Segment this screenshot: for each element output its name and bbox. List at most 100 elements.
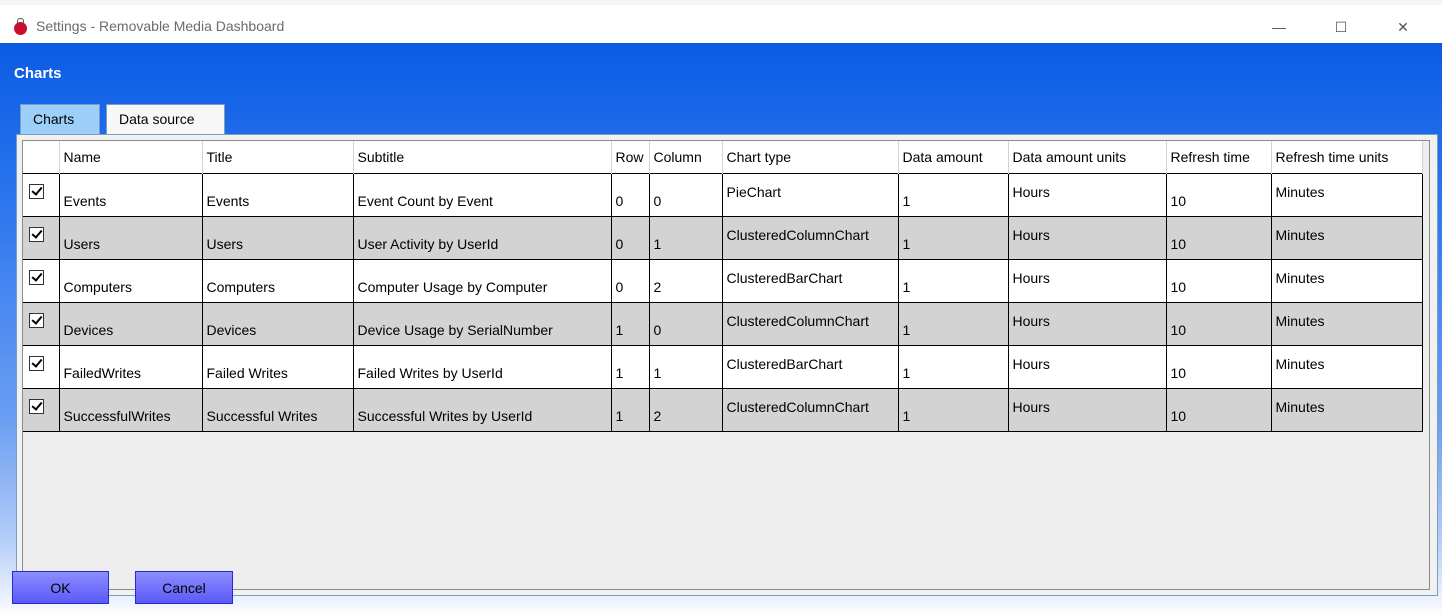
data-amount-cell[interactable]: 1 — [898, 259, 1009, 303]
tab-data-source[interactable]: Data source — [106, 104, 225, 134]
name-cell[interactable]: Users — [59, 216, 203, 260]
table-row[interactable]: SuccessfulWrites Successful Writes Succe… — [23, 388, 1423, 432]
refresh-time-cell[interactable]: 10 — [1166, 173, 1272, 217]
column-cell[interactable]: 1 — [649, 345, 723, 389]
header-row: Name Title Subtitle Row Column Chart typ… — [23, 141, 1423, 174]
row-cell[interactable]: 1 — [611, 345, 650, 389]
close-button[interactable]: ✕ — [1380, 10, 1426, 44]
data-amount-cell[interactable]: 1 — [898, 302, 1009, 346]
select-cell[interactable] — [23, 388, 60, 432]
chart-type-cell[interactable]: ClusteredBarChart — [722, 345, 899, 389]
column-cell[interactable]: 0 — [649, 302, 723, 346]
name-cell[interactable]: Events — [59, 173, 203, 217]
column-header-data-amount[interactable]: Data amount — [898, 141, 1009, 174]
charts-grid[interactable]: Name Title Subtitle Row Column Chart typ… — [22, 140, 1430, 590]
data-amount-cell[interactable]: 1 — [898, 216, 1009, 260]
chart-type-cell[interactable]: PieChart — [722, 173, 899, 217]
refresh-time-units-cell[interactable]: Minutes — [1271, 216, 1423, 260]
column-cell[interactable]: 1 — [649, 216, 723, 260]
name-cell[interactable]: Computers — [59, 259, 203, 303]
column-header-select[interactable] — [23, 141, 60, 174]
title-cell[interactable]: Users — [202, 216, 354, 260]
title-cell[interactable]: Devices — [202, 302, 354, 346]
select-cell[interactable] — [23, 345, 60, 389]
chart-type-cell[interactable]: ClusteredColumnChart — [722, 388, 899, 432]
enabled-checkbox[interactable] — [29, 356, 44, 371]
column-header-refresh-time-units[interactable]: Refresh time units — [1271, 141, 1423, 174]
column-cell[interactable]: 2 — [649, 259, 723, 303]
cancel-button[interactable]: Cancel — [135, 571, 233, 604]
lock-icon — [14, 18, 27, 35]
table-row[interactable]: FailedWrites Failed Writes Failed Writes… — [23, 345, 1423, 389]
refresh-time-units-cell[interactable]: Minutes — [1271, 302, 1423, 346]
data-amount-units-cell[interactable]: Hours — [1008, 259, 1167, 303]
table-row[interactable]: Computers Computers Computer Usage by Co… — [23, 259, 1423, 303]
title-cell[interactable]: Successful Writes — [202, 388, 354, 432]
data-amount-cell[interactable]: 1 — [898, 345, 1009, 389]
refresh-time-units-cell[interactable]: Minutes — [1271, 345, 1423, 389]
chart-type-cell[interactable]: ClusteredColumnChart — [722, 302, 899, 346]
data-amount-cell[interactable]: 1 — [898, 173, 1009, 217]
maximize-button[interactable]: ☐ — [1318, 10, 1364, 44]
ok-button[interactable]: OK — [12, 571, 109, 604]
subtitle-cell[interactable]: Device Usage by SerialNumber — [353, 302, 612, 346]
refresh-time-cell[interactable]: 10 — [1166, 345, 1272, 389]
title-cell[interactable]: Failed Writes — [202, 345, 354, 389]
row-cell[interactable]: 1 — [611, 302, 650, 346]
title-cell[interactable]: Computers — [202, 259, 354, 303]
tab-panel: Name Title Subtitle Row Column Chart typ… — [16, 134, 1438, 596]
row-cell[interactable]: 0 — [611, 216, 650, 260]
refresh-time-units-cell[interactable]: Minutes — [1271, 388, 1423, 432]
enabled-checkbox[interactable] — [29, 227, 44, 242]
enabled-checkbox[interactable] — [29, 270, 44, 285]
enabled-checkbox[interactable] — [29, 313, 44, 328]
refresh-time-cell[interactable]: 10 — [1166, 388, 1272, 432]
data-amount-units-cell[interactable]: Hours — [1008, 388, 1167, 432]
row-cell[interactable]: 0 — [611, 173, 650, 217]
select-cell[interactable] — [23, 173, 60, 217]
refresh-time-units-cell[interactable]: Minutes — [1271, 173, 1423, 217]
subtitle-cell[interactable]: Successful Writes by UserId — [353, 388, 612, 432]
name-cell[interactable]: Devices — [59, 302, 203, 346]
column-header-subtitle[interactable]: Subtitle — [353, 141, 612, 174]
select-cell[interactable] — [23, 302, 60, 346]
select-cell[interactable] — [23, 259, 60, 303]
data-amount-units-cell[interactable]: Hours — [1008, 345, 1167, 389]
column-cell[interactable]: 2 — [649, 388, 723, 432]
column-header-name[interactable]: Name — [59, 141, 203, 174]
minimize-button[interactable]: — — [1256, 10, 1302, 44]
name-cell[interactable]: SuccessfulWrites — [59, 388, 203, 432]
subtitle-cell[interactable]: User Activity by UserId — [353, 216, 612, 260]
title-cell[interactable]: Events — [202, 173, 354, 217]
chart-type-cell[interactable]: ClusteredBarChart — [722, 259, 899, 303]
refresh-time-cell[interactable]: 10 — [1166, 216, 1272, 260]
subtitle-cell[interactable]: Event Count by Event — [353, 173, 612, 217]
subtitle-cell[interactable]: Computer Usage by Computer — [353, 259, 612, 303]
table-row[interactable]: Events Events Event Count by Event 0 0 P… — [23, 173, 1423, 217]
row-cell[interactable]: 1 — [611, 388, 650, 432]
column-header-data-amount-units[interactable]: Data amount units — [1008, 141, 1167, 174]
table-row[interactable]: Users Users User Activity by UserId 0 1 … — [23, 216, 1423, 260]
column-header-row[interactable]: Row — [611, 141, 650, 174]
name-cell[interactable]: FailedWrites — [59, 345, 203, 389]
data-amount-units-cell[interactable]: Hours — [1008, 302, 1167, 346]
column-header-title[interactable]: Title — [202, 141, 354, 174]
column-header-chart-type[interactable]: Chart type — [722, 141, 899, 174]
column-header-column[interactable]: Column — [649, 141, 723, 174]
column-header-refresh-time[interactable]: Refresh time — [1166, 141, 1272, 174]
enabled-checkbox[interactable] — [29, 184, 44, 199]
data-amount-cell[interactable]: 1 — [898, 388, 1009, 432]
tab-charts[interactable]: Charts — [20, 104, 100, 134]
data-amount-units-cell[interactable]: Hours — [1008, 173, 1167, 217]
subtitle-cell[interactable]: Failed Writes by UserId — [353, 345, 612, 389]
select-cell[interactable] — [23, 216, 60, 260]
data-amount-units-cell[interactable]: Hours — [1008, 216, 1167, 260]
enabled-checkbox[interactable] — [29, 399, 44, 414]
table-row[interactable]: Devices Devices Device Usage by SerialNu… — [23, 302, 1423, 346]
refresh-time-cell[interactable]: 10 — [1166, 302, 1272, 346]
refresh-time-cell[interactable]: 10 — [1166, 259, 1272, 303]
refresh-time-units-cell[interactable]: Minutes — [1271, 259, 1423, 303]
chart-type-cell[interactable]: ClusteredColumnChart — [722, 216, 899, 260]
row-cell[interactable]: 0 — [611, 259, 650, 303]
column-cell[interactable]: 0 — [649, 173, 723, 217]
